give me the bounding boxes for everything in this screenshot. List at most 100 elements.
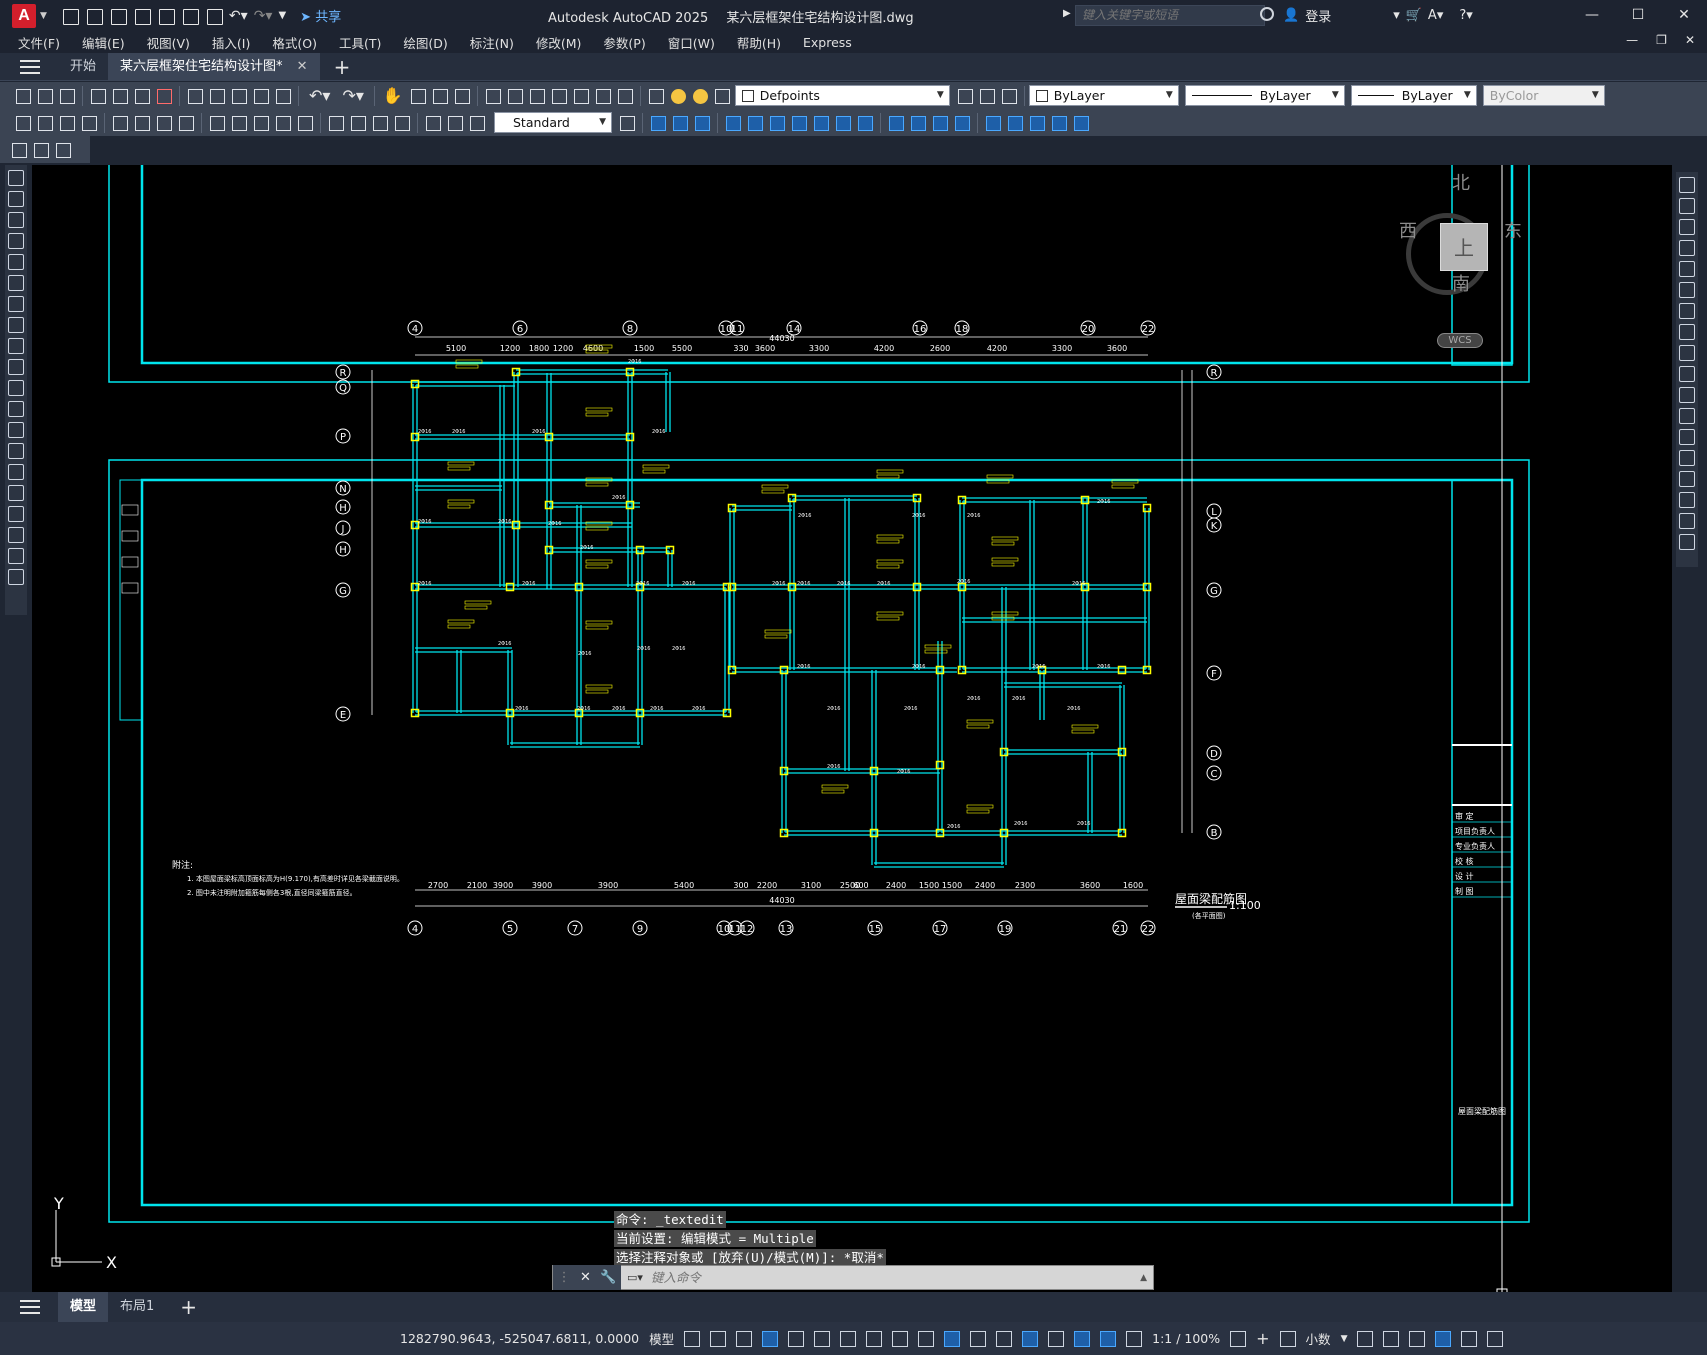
tab-model[interactable]: 模型 [58, 1292, 109, 1322]
new-tab-button[interactable]: + [334, 55, 351, 79]
plot-preview-icon[interactable] [111, 87, 129, 105]
draw-tool-4-icon[interactable] [8, 254, 24, 270]
draw-tool-19-icon[interactable] [8, 569, 24, 585]
modify-tool-6-icon[interactable] [1679, 303, 1695, 319]
drawing-canvas[interactable]: 审 定项目负责人 专业负责人校 核设 计制 图屋面梁配筋图 Y X 4 6 8 10 11 14 1… [32, 165, 1672, 1292]
new-file-icon[interactable] [61, 7, 79, 25]
layer-lock-icon[interactable] [713, 87, 731, 105]
dim-edit-icon[interactable] [424, 114, 442, 132]
close-tab-icon[interactable]: ✕ [297, 59, 308, 74]
viewcube-east[interactable]: 东 [1504, 217, 1522, 243]
annotation-visibility-icon[interactable] [1100, 1330, 1117, 1347]
draw-tool-1-icon[interactable] [8, 191, 24, 207]
viewcube-south[interactable]: 南 [1452, 270, 1470, 296]
publish-icon[interactable] [157, 7, 175, 25]
draw-tool-5-icon[interactable] [8, 275, 24, 291]
draw-tool-7-icon[interactable] [8, 317, 24, 333]
save-as-icon[interactable] [133, 7, 151, 25]
grid-icon[interactable] [684, 1330, 701, 1347]
visual-style-icon[interactable] [887, 114, 905, 132]
layer-previous-icon[interactable] [978, 87, 996, 105]
plot-icon[interactable] [89, 87, 107, 105]
diameter-dim-icon[interactable] [155, 114, 173, 132]
calculator-icon[interactable] [594, 87, 612, 105]
draw-tool-16-icon[interactable] [8, 506, 24, 522]
help-icon[interactable]: ?▾ [1459, 8, 1472, 23]
undo-icon[interactable]: ↶▾ [309, 86, 330, 105]
grip-handle[interactable]: ⋮ [558, 1270, 571, 1285]
modify-tool-14-icon[interactable] [1679, 471, 1695, 487]
markup-icon[interactable] [572, 87, 590, 105]
user-login[interactable]: 👤 登录 ▾ 🛒 A▾ ?▾ [1283, 6, 1473, 25]
arrow-right-icon[interactable]: ▶ [1063, 8, 1071, 19]
modify-tool-5-icon[interactable] [1679, 282, 1695, 298]
lineweight-dropdown[interactable]: ByLayer ▼ [1350, 85, 1477, 106]
modify-tool-3-icon[interactable] [1679, 240, 1695, 256]
linear-dim-icon[interactable] [14, 114, 32, 132]
redo-icon[interactable]: ↷▾ [254, 8, 273, 24]
modify-tool-8-icon[interactable] [1679, 345, 1695, 361]
layer-freeze-icon[interactable] [691, 87, 709, 105]
cart-icon[interactable]: 🛒 [1406, 8, 1422, 23]
edit-attribute-icon[interactable] [32, 141, 50, 159]
wcs-menu-button[interactable]: WCS [1437, 333, 1483, 348]
redo-icon[interactable]: ↷▾ [342, 86, 363, 105]
dynamic-ucs-icon[interactable] [1022, 1330, 1039, 1347]
dim-style-manager-icon[interactable] [618, 114, 636, 132]
menu-icon[interactable] [20, 59, 40, 74]
help-search-input[interactable] [1082, 8, 1258, 22]
clean-screen-icon[interactable] [1461, 1330, 1478, 1347]
autocad-logo-button[interactable]: A [12, 3, 36, 28]
subtract-icon[interactable] [790, 114, 808, 132]
draw-tool-12-icon[interactable] [8, 422, 24, 438]
sphere-icon[interactable] [693, 114, 711, 132]
ucs-previous-icon[interactable] [1028, 114, 1046, 132]
share-button[interactable]: ➤ 共享 [300, 6, 341, 25]
modify-tool-15-icon[interactable] [1679, 492, 1695, 508]
layer-on-icon[interactable] [669, 87, 687, 105]
material-icon[interactable] [931, 114, 949, 132]
modify-tool-7-icon[interactable] [1679, 324, 1695, 340]
modify-tool-12-icon[interactable] [1679, 429, 1695, 445]
menu-item-10[interactable]: 窗口(W) [668, 33, 715, 52]
layer-states-icon[interactable] [1000, 87, 1018, 105]
baseline-dim-icon[interactable] [230, 114, 248, 132]
dim-update-icon[interactable] [468, 114, 486, 132]
modify-tool-10-icon[interactable] [1679, 387, 1695, 403]
undo-icon[interactable]: ↶▾ [229, 8, 248, 24]
draw-tool-2-icon[interactable] [8, 212, 24, 228]
modify-tool-4-icon[interactable] [1679, 261, 1695, 277]
graphics-performance-icon[interactable] [1435, 1330, 1452, 1347]
modify-tool-1-icon[interactable] [1679, 198, 1695, 214]
3d-osnap-icon[interactable] [996, 1330, 1013, 1347]
customize-icon[interactable]: ▼ [278, 10, 286, 21]
draw-tool-17-icon[interactable] [8, 527, 24, 543]
viewcube-top-face[interactable]: 上 [1440, 223, 1488, 271]
design-center-icon[interactable] [506, 87, 524, 105]
menu-item-2[interactable]: 视图(V) [147, 33, 190, 52]
extrude-icon[interactable] [724, 114, 742, 132]
draw-tool-14-icon[interactable] [8, 464, 24, 480]
selection-cycling-icon[interactable] [970, 1330, 987, 1347]
lock-ui-icon[interactable] [1383, 1330, 1400, 1347]
doc-close-button[interactable]: ✕ [1685, 33, 1695, 47]
autodesk-app-icon[interactable]: A▾ [1428, 8, 1443, 23]
tab-document[interactable]: 某六层框架住宅结构设计图* ✕ [108, 52, 320, 81]
cut-icon[interactable] [186, 87, 204, 105]
search-icon[interactable] [1260, 7, 1274, 21]
new-layout-button[interactable]: + [180, 1295, 197, 1319]
ucs-object-icon[interactable] [1072, 114, 1090, 132]
draw-tool-9-icon[interactable] [8, 359, 24, 375]
gear-icon[interactable] [1230, 1330, 1247, 1347]
polar-icon[interactable] [814, 1330, 831, 1347]
lights-icon[interactable] [953, 114, 971, 132]
dim-text-edit-icon[interactable] [446, 114, 464, 132]
angular-dim-icon[interactable] [177, 114, 195, 132]
aligned-dim-icon[interactable] [36, 114, 54, 132]
viewcube-north[interactable]: 北 [1452, 169, 1470, 195]
arc-length-icon[interactable] [58, 114, 76, 132]
modify-tool-16-icon[interactable] [1679, 513, 1695, 529]
draw-tool-3-icon[interactable] [8, 233, 24, 249]
modify-tool-2-icon[interactable] [1679, 219, 1695, 235]
zoom-realtime-icon[interactable] [409, 87, 427, 105]
